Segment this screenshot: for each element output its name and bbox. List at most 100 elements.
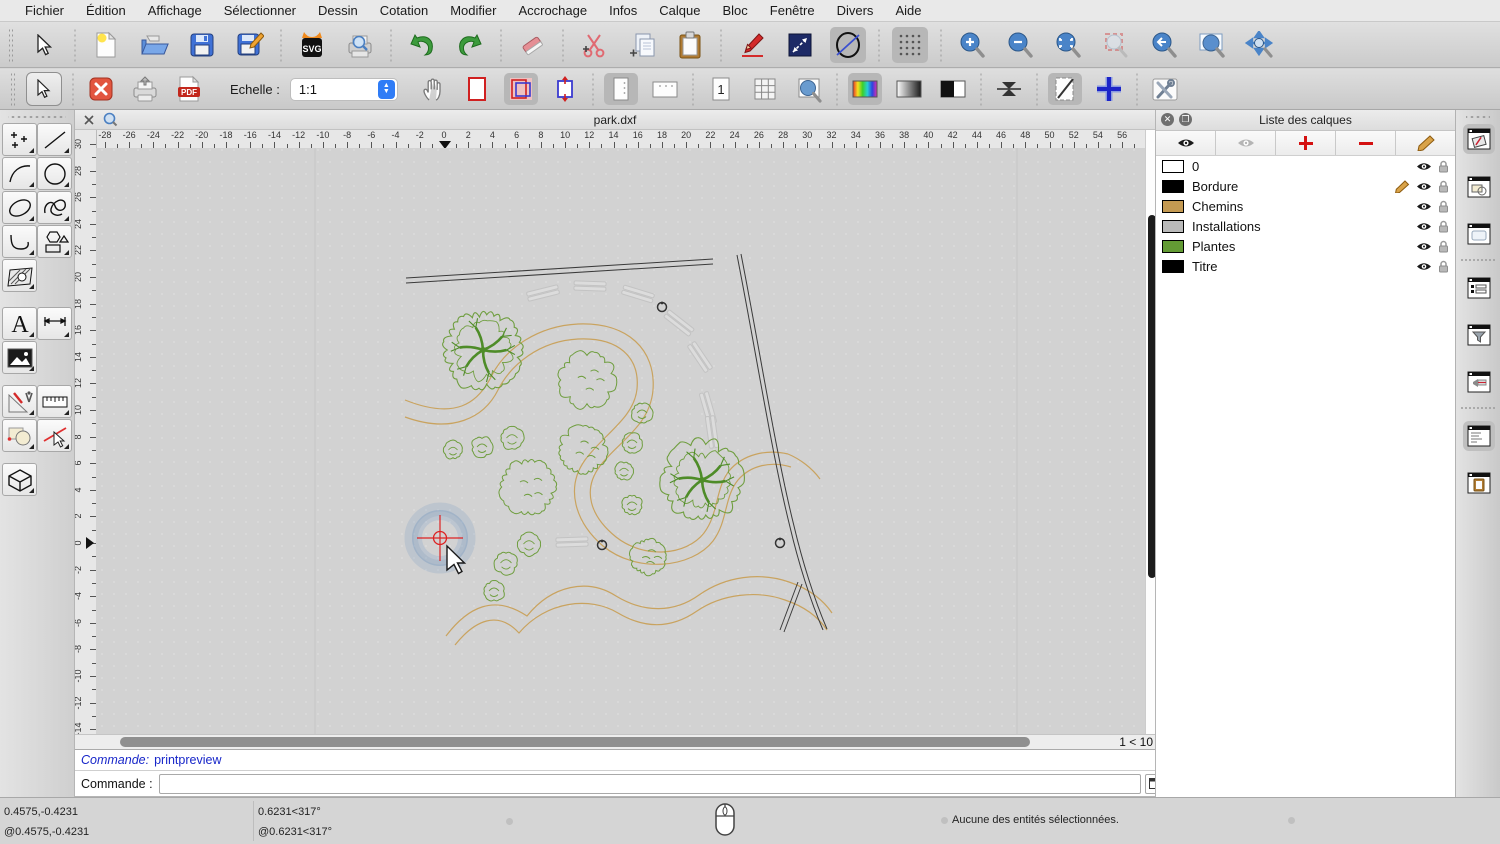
library-panel-toggle[interactable] — [1463, 219, 1495, 249]
cut-button[interactable] — [576, 27, 612, 63]
pdf-export-button[interactable]: PDF — [172, 73, 206, 105]
zoom-pan-button[interactable] — [1242, 27, 1278, 63]
strip-drag-handle[interactable] — [1466, 113, 1490, 121]
menu-cotation[interactable]: Cotation — [369, 3, 439, 18]
copy-button[interactable] — [624, 27, 660, 63]
fit-page-button[interactable] — [548, 73, 582, 105]
polyline-tool-button[interactable] — [2, 225, 37, 258]
hide-all-layers-button[interactable] — [1216, 131, 1276, 155]
save-button[interactable] — [184, 27, 220, 63]
layer-visible-icon[interactable] — [1416, 241, 1432, 252]
palette-drag-handle[interactable] — [8, 113, 66, 121]
hatch-tool-button[interactable] — [2, 259, 37, 292]
new-file-button[interactable] — [88, 27, 124, 63]
menu-divers[interactable]: Divers — [826, 3, 885, 18]
close-preview-button[interactable] — [84, 73, 118, 105]
color-mode-button[interactable] — [847, 73, 882, 105]
print-preview-button[interactable] — [342, 27, 378, 63]
print-button[interactable] — [128, 73, 162, 105]
layer-panel-toggle[interactable] — [1463, 124, 1495, 154]
layer-visible-icon[interactable] — [1416, 221, 1432, 232]
menu-selectionner[interactable]: Sélectionner — [213, 3, 307, 18]
paper-border-button[interactable] — [460, 73, 494, 105]
horizontal-scrollbar-thumb[interactable] — [120, 737, 1030, 747]
scale-combobox[interactable]: 1:1 ▲ ▼ — [289, 77, 398, 101]
zoom-in-button[interactable] — [954, 27, 990, 63]
polygon-tool-button[interactable] — [37, 225, 72, 258]
point-tool-button[interactable] — [2, 123, 37, 156]
image-tool-button[interactable] — [2, 341, 37, 374]
landscape-button[interactable] — [648, 73, 682, 105]
layer-row-plantes[interactable]: Plantes — [1156, 236, 1455, 256]
paste-button[interactable] — [672, 27, 708, 63]
command-line-panel-toggle[interactable] — [1463, 421, 1495, 451]
layer-visible-icon[interactable] — [1416, 181, 1432, 192]
panel-close-icon[interactable]: ✕ — [1161, 113, 1174, 126]
layer-row-chemins[interactable]: Chemins — [1156, 196, 1455, 216]
menu-fichier[interactable]: Fichier — [14, 3, 75, 18]
layer-lock-icon[interactable] — [1438, 260, 1449, 273]
command-input[interactable] — [158, 773, 1141, 794]
page-setup-button[interactable] — [1047, 73, 1082, 105]
toolbar-drag-handle[interactable] — [8, 27, 14, 62]
save-as-button[interactable] — [232, 27, 268, 63]
spline-tool-button[interactable] — [37, 191, 72, 224]
attributes-pen-button[interactable] — [734, 27, 770, 63]
zoom-selection-button[interactable] — [1098, 27, 1134, 63]
paper-overlap-button[interactable] — [503, 73, 538, 105]
single-page-button[interactable]: 1 — [704, 73, 738, 105]
drawing-canvas[interactable] — [96, 148, 1145, 734]
text-tool-button[interactable]: A — [2, 307, 37, 340]
menu-affichage[interactable]: Affichage — [137, 3, 213, 18]
layer-lock-icon[interactable] — [1438, 240, 1449, 253]
layer-row-bordure[interactable]: Bordure — [1156, 176, 1455, 196]
redo-button[interactable] — [452, 27, 488, 63]
solid-3d-tool-button[interactable] — [2, 463, 37, 496]
filter-panel-toggle[interactable] — [1463, 320, 1495, 350]
blackwhite-mode-button[interactable] — [936, 73, 970, 105]
block-panel-toggle[interactable] — [1463, 172, 1495, 202]
pan-hand-button[interactable] — [416, 73, 450, 105]
layer-lock-icon[interactable] — [1438, 180, 1449, 193]
draft-tools-button[interactable] — [2, 385, 37, 418]
select-tool-button[interactable] — [26, 27, 62, 63]
portrait-button[interactable] — [603, 73, 638, 105]
draw-order-button[interactable] — [782, 27, 818, 63]
toolbar2-drag-handle[interactable] — [10, 72, 16, 106]
line-tool-button[interactable] — [37, 123, 72, 156]
menu-aide[interactable]: Aide — [884, 3, 932, 18]
layer-visible-icon[interactable] — [1416, 201, 1432, 212]
zoom-previous-button[interactable] — [1146, 27, 1182, 63]
zoom-out-button[interactable] — [1002, 27, 1038, 63]
stepper-icon[interactable]: ▲ ▼ — [377, 79, 395, 99]
menu-infos[interactable]: Infos — [598, 3, 648, 18]
layer-lock-icon[interactable] — [1438, 200, 1449, 213]
circle-tool-button[interactable] — [37, 157, 72, 190]
layer-row-installations[interactable]: Installations — [1156, 216, 1455, 236]
svg-export-button[interactable]: SVG — [294, 27, 330, 63]
modify-tool-button[interactable] — [2, 419, 37, 452]
undo-button[interactable] — [404, 27, 440, 63]
ellipse-tool-button[interactable] — [2, 191, 37, 224]
show-all-layers-button[interactable] — [1156, 131, 1216, 155]
layer-lock-icon[interactable] — [1438, 160, 1449, 173]
layer-lock-icon[interactable] — [1438, 220, 1449, 233]
center-marker-button[interactable] — [992, 73, 1026, 105]
layer-row-0[interactable]: 0 — [1156, 156, 1455, 176]
layer-visible-icon[interactable] — [1416, 261, 1432, 272]
preview-select-button[interactable] — [26, 72, 62, 106]
crosshair-button[interactable] — [1092, 73, 1126, 105]
remove-layer-button[interactable] — [1336, 131, 1396, 155]
add-layer-button[interactable] — [1276, 131, 1336, 155]
menu-edition[interactable]: Édition — [75, 3, 137, 18]
zoom-auto-button[interactable] — [1050, 27, 1086, 63]
menu-calque[interactable]: Calque — [648, 3, 711, 18]
menu-bloc[interactable]: Bloc — [711, 3, 758, 18]
settings-tools-button[interactable] — [1148, 73, 1182, 105]
list-panel-toggle[interactable] — [1463, 273, 1495, 303]
clipboard-panel-toggle[interactable] — [1463, 468, 1495, 498]
hide-preview-button[interactable] — [830, 26, 866, 63]
grayscale-mode-button[interactable] — [892, 73, 926, 105]
trim-tool-button[interactable] — [37, 419, 72, 452]
edit-layer-button[interactable] — [1396, 131, 1455, 155]
